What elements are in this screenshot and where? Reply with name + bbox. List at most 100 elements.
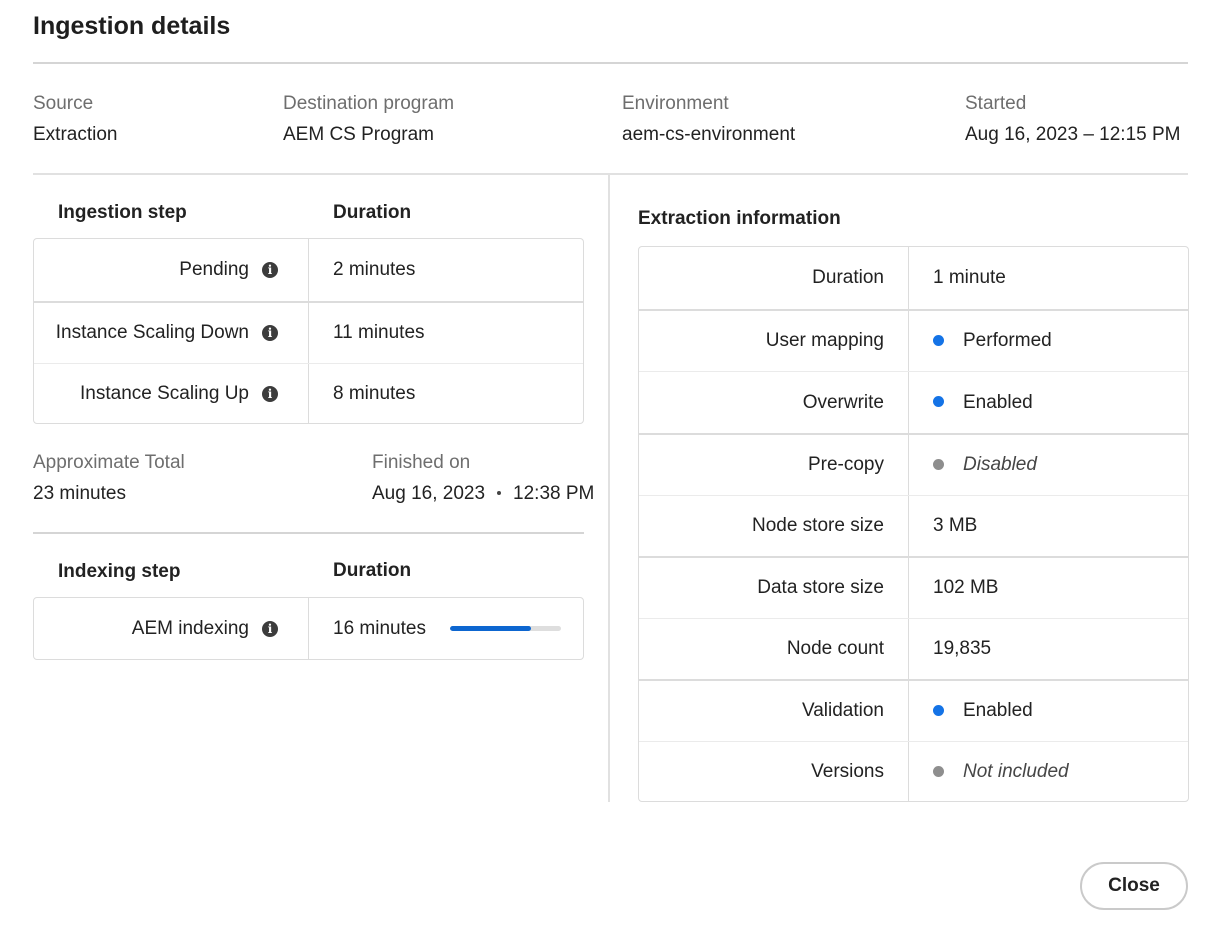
- meta-environment: Environment aem-cs-environment: [622, 92, 795, 147]
- step-cell: Instance Scaling Down i: [34, 303, 309, 363]
- extraction-label-cell: Overwrite: [639, 372, 909, 433]
- progress-fill: [449, 626, 531, 631]
- meta-divider: [33, 173, 1188, 175]
- extraction-value: 102 MB: [933, 577, 999, 598]
- step-name: AEM indexing: [131, 617, 249, 639]
- step-cell: Pending i: [34, 239, 309, 301]
- environment-value: aem-cs-environment: [622, 124, 796, 145]
- step-duration: 11 minutes: [333, 322, 425, 343]
- duration-cell: 8 minutes: [309, 364, 415, 423]
- step-name: Instance Scaling Down: [55, 322, 249, 343]
- extraction-value-cell: 1 minute: [909, 247, 1006, 309]
- extraction-value-cell: Enabled: [909, 372, 1033, 433]
- status-dot-icon: [933, 704, 944, 716]
- extraction-value-cell: 102 MB: [909, 558, 998, 618]
- table-row: Instance Scaling Up i 8 minutes: [34, 363, 583, 423]
- table-row: Versions Not included: [639, 741, 1188, 801]
- extraction-value: 3 MB: [933, 515, 978, 536]
- extraction-value-cell: 3 MB: [909, 496, 977, 556]
- started-value: Aug 16, 2023 – 12:15 PM: [965, 124, 1181, 145]
- source-value: Extraction: [33, 124, 118, 145]
- status-dot-icon: [933, 765, 944, 777]
- extraction-value: Performed: [963, 330, 1052, 351]
- extraction-value-cell: Performed: [909, 311, 1052, 371]
- title-divider: [33, 62, 1188, 64]
- table-row: Data store size 102 MB: [639, 556, 1188, 618]
- extraction-value-cell: 19,835: [909, 619, 991, 679]
- table-row: AEM indexing i 16 minutes: [34, 598, 583, 659]
- indexing-step-header: Indexing step: [58, 561, 181, 582]
- extraction-value: 19,835: [933, 638, 992, 659]
- ingestion-step-table: Pending i 2 minutes Instance Scaling Dow…: [33, 238, 584, 424]
- step-cell: Instance Scaling Up i: [34, 364, 309, 423]
- total-label: Approximate Total: [33, 452, 185, 473]
- extraction-label-cell: User mapping: [639, 311, 909, 371]
- table-row: Pre-copy Disabled: [639, 433, 1188, 495]
- table-row: Validation Enabled: [639, 679, 1188, 741]
- status-dot-icon: [933, 458, 944, 470]
- separator-dot-icon: [497, 491, 502, 495]
- step-duration: 2 minutes: [333, 259, 416, 280]
- extraction-label-cell: Validation: [639, 681, 909, 741]
- finished-on: Finished on Aug 16, 2023 12:38 PM: [372, 451, 594, 506]
- info-icon[interactable]: i: [262, 262, 278, 278]
- step-duration: 8 minutes: [333, 382, 416, 404]
- extraction-label-cell: Data store size: [639, 558, 909, 618]
- table-row: Node store size 3 MB: [639, 495, 1188, 556]
- approximate-total: Approximate Total 23 minutes: [33, 451, 185, 506]
- step-name: Instance Scaling Up: [80, 382, 249, 404]
- finished-label: Finished on: [372, 452, 471, 473]
- extraction-value: Enabled: [963, 700, 1033, 721]
- table-row: Instance Scaling Down i 11 minutes: [34, 301, 583, 363]
- step-name: Pending: [179, 259, 249, 280]
- status-dot-icon: [933, 396, 944, 407]
- extraction-value: Disabled: [963, 454, 1037, 475]
- ingestion-duration-header: Duration: [333, 202, 412, 223]
- column-divider: [608, 175, 610, 802]
- extraction-info-title: Extraction information: [638, 208, 841, 229]
- meta-destination: Destination program AEM CS Program: [283, 92, 454, 147]
- extraction-value-cell: Enabled: [909, 681, 1033, 741]
- finished-value: Aug 16, 2023 12:38 PM: [372, 482, 594, 506]
- indexing-step-table: AEM indexing i 16 minutes: [33, 597, 584, 660]
- environment-label: Environment: [622, 93, 729, 114]
- info-icon[interactable]: i: [262, 385, 278, 402]
- section-divider: [33, 532, 584, 534]
- extraction-value: Not included: [963, 761, 1069, 782]
- step-cell: AEM indexing i: [34, 598, 309, 659]
- info-icon[interactable]: i: [262, 620, 278, 637]
- extraction-value: 1 minute: [933, 267, 1006, 288]
- source-label: Source: [33, 93, 94, 114]
- dialog-title: Ingestion details: [33, 12, 231, 40]
- table-row: Overwrite Enabled: [639, 371, 1188, 433]
- extraction-label-cell: Node count: [639, 619, 909, 679]
- extraction-label-cell: Pre-copy: [639, 435, 909, 495]
- extraction-label-cell: Node store size: [639, 496, 909, 556]
- destination-label: Destination program: [283, 93, 455, 114]
- started-label: Started: [965, 93, 1027, 114]
- indexing-duration-header: Duration: [333, 560, 412, 581]
- info-icon[interactable]: i: [262, 325, 278, 341]
- ingestion-step-header: Ingestion step: [58, 202, 187, 223]
- table-row: Pending i 2 minutes: [34, 239, 583, 301]
- meta-started: Started Aug 16, 2023 – 12:15 PM: [965, 92, 1181, 147]
- duration-cell: 2 minutes: [309, 239, 415, 301]
- table-row: Node count 19,835: [639, 618, 1188, 679]
- status-dot-icon: [933, 334, 944, 346]
- duration-cell: 11 minutes: [309, 303, 425, 363]
- destination-value: AEM CS Program: [283, 124, 434, 145]
- finished-time: 12:38 PM: [513, 483, 595, 504]
- total-value: 23 minutes: [33, 483, 126, 504]
- extraction-value-cell: Not included: [909, 742, 1069, 801]
- table-row: Duration 1 minute: [639, 247, 1188, 309]
- extraction-label-cell: Versions: [639, 742, 909, 801]
- close-button[interactable]: Close: [1080, 862, 1188, 910]
- extraction-value: Enabled: [963, 391, 1033, 413]
- extraction-value-cell: Disabled: [909, 435, 1037, 495]
- table-row: User mapping Performed: [639, 309, 1188, 371]
- extraction-info-table: Duration 1 minute User mapping Performed…: [638, 246, 1189, 802]
- indexing-progress-bar: [449, 626, 561, 631]
- extraction-label-cell: Duration: [639, 247, 909, 309]
- duration-cell: 16 minutes: [309, 598, 561, 659]
- meta-source: Source Extraction: [33, 92, 117, 147]
